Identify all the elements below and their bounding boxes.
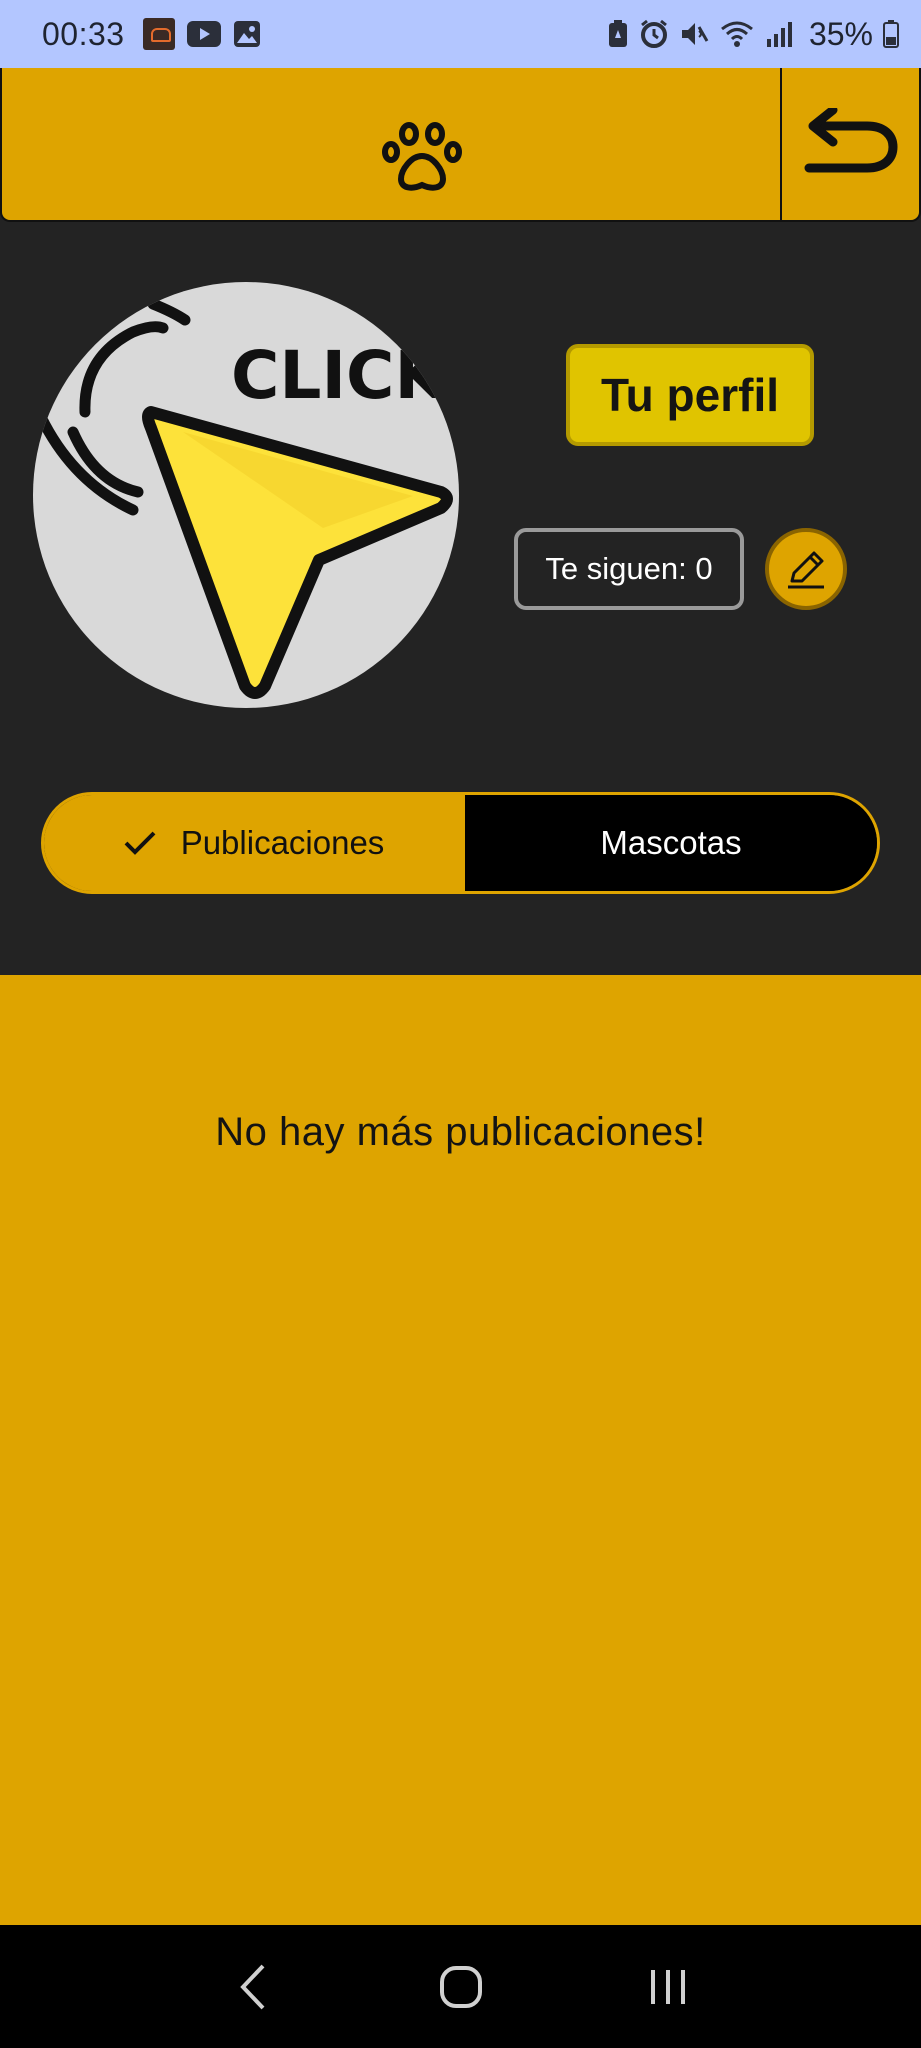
home-nav-icon (439, 1965, 482, 2008)
undo-arrow-icon (804, 108, 898, 173)
tab-publicaciones[interactable]: Publicaciones (44, 795, 463, 891)
paw-icon (382, 122, 462, 191)
system-navigation-bar (0, 1925, 921, 2048)
signal-icon (766, 22, 792, 47)
nav-back-button[interactable] (214, 1947, 294, 2027)
content-tabs: Publicaciones Mascotas (41, 792, 880, 894)
click-cursor-image: CLICK (35, 298, 453, 699)
mute-icon (681, 23, 709, 45)
check-icon (124, 831, 156, 855)
system-status-icons: 35% (607, 16, 899, 53)
status-time: 00:33 (42, 15, 125, 52)
back-button[interactable] (784, 88, 914, 208)
wifi-icon (721, 21, 753, 47)
battery-saver-icon (608, 20, 627, 47)
back-nav-icon (239, 1964, 264, 2009)
publications-list[interactable]: No hay más publicaciones! (0, 975, 921, 1925)
notification-icons (142, 18, 261, 50)
followers-count[interactable]: Te siguen: 0 (514, 528, 744, 610)
gallery-icon (233, 21, 260, 47)
alarm-icon (640, 19, 667, 48)
tu-perfil-button[interactable]: Tu perfil (566, 344, 814, 446)
battery-icon (883, 20, 899, 48)
pencil-icon (788, 551, 824, 589)
battery-percent: 35% (808, 15, 873, 52)
empty-state-message: No hay más publicaciones! (215, 1110, 706, 1154)
profile-screen: 00:33 35% CLICK Tu perfil Te siguen: 0 P… (0, 0, 921, 2048)
avatar-click-text: CLICK (231, 337, 448, 414)
edit-profile-button[interactable] (765, 528, 847, 610)
top-app-bar (0, 68, 921, 222)
recents-nav-icon (650, 1969, 685, 2004)
tab-mascotas-label: Mascotas (600, 824, 742, 861)
status-bar: 00:33 35% (0, 0, 921, 68)
app-notification-icon (142, 18, 175, 50)
nav-recents-button[interactable] (628, 1947, 708, 2027)
nav-home-button[interactable] (421, 1947, 501, 2027)
tab-publicaciones-label: Publicaciones (180, 824, 385, 861)
youtube-icon (186, 21, 221, 47)
paw-button[interactable] (370, 108, 474, 208)
app-bar-divider (780, 68, 782, 220)
tab-mascotas[interactable]: Mascotas (463, 795, 877, 891)
profile-avatar[interactable]: CLICK (33, 282, 459, 708)
